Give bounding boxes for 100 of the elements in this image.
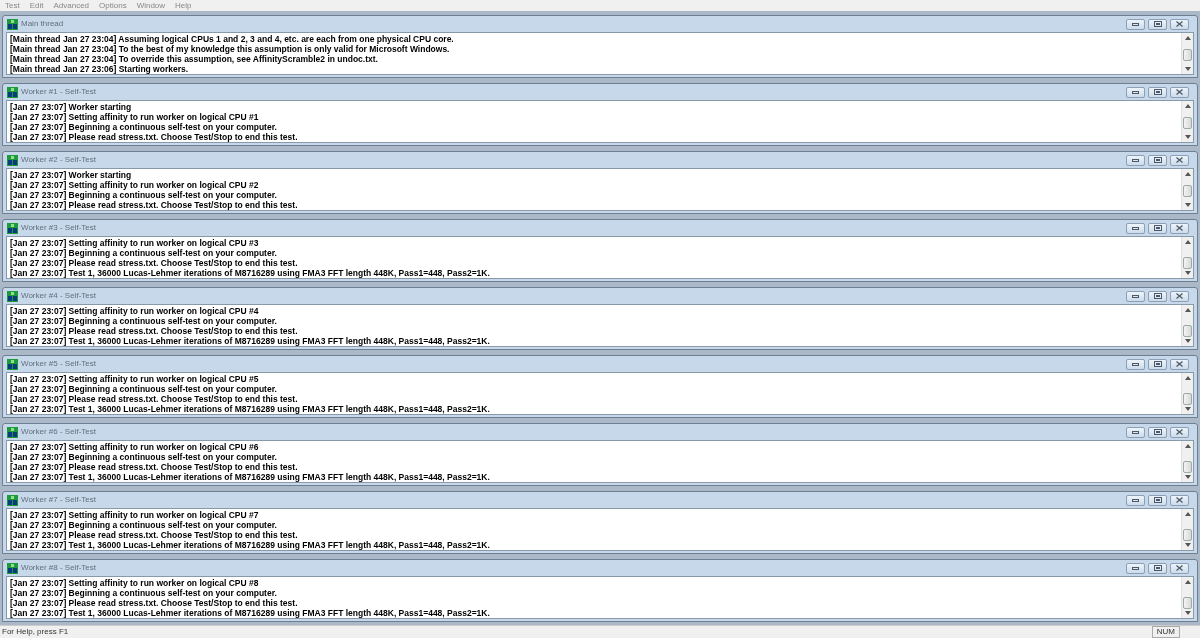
scrollbar[interactable] — [1181, 577, 1193, 618]
scroll-thumb[interactable] — [1183, 117, 1192, 129]
close-button[interactable] — [1170, 154, 1189, 166]
scroll-up-icon — [1185, 104, 1191, 108]
close-icon — [1176, 293, 1183, 299]
window-title: Worker #8 - Self-Test — [21, 563, 97, 573]
close-icon — [1176, 225, 1183, 231]
log-line: [Jan 27 23:07] Beginning a continuous self-test on your computer. — [10, 520, 278, 530]
log-line: [Jan 27 23:07] Please read stress.txt. Choose Test/Stop to end this test. — [10, 530, 299, 540]
log-line: [Main thread Jan 27 23:06] Starting workers. — [10, 64, 190, 74]
scroll-down-icon — [1185, 407, 1191, 411]
minimize-button[interactable] — [1126, 222, 1145, 234]
restore-icon — [1153, 361, 1162, 367]
scroll-up-icon — [1185, 172, 1191, 176]
restore-button[interactable] — [1148, 86, 1167, 98]
window-title: Worker #5 - Self-Test — [21, 359, 97, 369]
log-line: [Jan 27 23:07] Worker starting — [10, 170, 133, 180]
minimize-button[interactable] — [1126, 86, 1145, 98]
minimize-button[interactable] — [1126, 358, 1145, 370]
scrollbar[interactable] — [1181, 509, 1193, 550]
log-line: [Jan 27 23:07] Setting affinity to run worker on logical CPU #2 — [10, 180, 260, 190]
scroll-thumb[interactable] — [1183, 393, 1192, 405]
restore-icon — [1153, 429, 1162, 435]
close-button[interactable] — [1170, 358, 1189, 370]
app-icon — [7, 426, 18, 438]
restore-button[interactable] — [1148, 222, 1167, 234]
minimize-button[interactable] — [1126, 290, 1145, 302]
menu-item[interactable]: Advanced — [53, 0, 90, 11]
close-icon — [1176, 89, 1183, 95]
scroll-thumb[interactable] — [1183, 461, 1192, 473]
scrollbar[interactable] — [1181, 373, 1193, 414]
log-line: [Jan 27 23:07] Setting affinity to run worker on logical CPU #6 — [10, 442, 260, 452]
scroll-thumb[interactable] — [1183, 185, 1192, 197]
scrollbar[interactable] — [1181, 237, 1193, 278]
log-line: [Jan 27 23:07] Setting affinity to run worker on logical CPU #3 — [10, 238, 260, 248]
log-line: [Jan 27 23:07] Setting affinity to run worker on logical CPU #7 — [10, 510, 260, 520]
close-button[interactable] — [1170, 18, 1189, 30]
restore-button[interactable] — [1148, 290, 1167, 302]
restore-button[interactable] — [1148, 494, 1167, 506]
scroll-up-icon — [1185, 512, 1191, 516]
minimize-icon — [1132, 226, 1139, 230]
minimize-button[interactable] — [1126, 494, 1145, 506]
menu-item[interactable]: Options — [99, 0, 127, 11]
close-button[interactable] — [1170, 426, 1189, 438]
scroll-thumb[interactable] — [1183, 529, 1192, 541]
log-line: [Jan 27 23:07] Beginning a continuous self-test on your computer. — [10, 316, 278, 326]
scroll-down-icon — [1185, 611, 1191, 615]
restore-button[interactable] — [1148, 18, 1167, 30]
minimize-button[interactable] — [1126, 426, 1145, 438]
scroll-thumb[interactable] — [1183, 257, 1192, 269]
minimize-icon — [1132, 498, 1139, 502]
minimize-button[interactable] — [1126, 18, 1145, 30]
minimize-icon — [1132, 158, 1139, 162]
scrollbar[interactable] — [1181, 441, 1193, 482]
minimize-icon — [1132, 294, 1139, 298]
restore-button[interactable] — [1148, 358, 1167, 370]
restore-icon — [1153, 157, 1162, 163]
menu-item[interactable]: Help — [175, 0, 192, 11]
log-line: [Jan 27 23:07] Please read stress.txt. Choose Test/Stop to end this test. — [10, 598, 299, 608]
restore-button[interactable] — [1148, 426, 1167, 438]
close-button[interactable] — [1170, 562, 1189, 574]
close-button[interactable] — [1170, 86, 1189, 98]
scroll-thumb[interactable] — [1183, 597, 1192, 609]
restore-button[interactable] — [1148, 154, 1167, 166]
log-line: [Jan 27 23:07] Setting affinity to run worker on logical CPU #1 — [10, 112, 260, 122]
scrollbar[interactable] — [1181, 101, 1193, 142]
minimize-button[interactable] — [1126, 154, 1145, 166]
scrollbar[interactable] — [1181, 169, 1193, 210]
scroll-thumb[interactable] — [1183, 325, 1192, 337]
log-line: [Jan 27 23:07] Please read stress.txt. Choose Test/Stop to end this test. — [10, 258, 299, 268]
scrollbar[interactable] — [1181, 33, 1193, 74]
scroll-up-icon — [1185, 240, 1191, 244]
close-button[interactable] — [1170, 494, 1189, 506]
restore-icon — [1153, 293, 1162, 299]
restore-button[interactable] — [1148, 562, 1167, 574]
status-indicator: NUM — [1151, 626, 1180, 638]
minimize-icon — [1132, 362, 1139, 366]
log-line: [Jan 27 23:07] Please read stress.txt. Choose Test/Stop to end this test. — [10, 462, 299, 472]
log-line: [Jan 27 23:07] Beginning a continuous self-test on your computer. — [10, 452, 278, 462]
close-icon — [1176, 157, 1183, 163]
window-title: Worker #4 - Self-Test — [21, 291, 97, 301]
scrollbar[interactable] — [1181, 305, 1193, 346]
close-button[interactable] — [1170, 222, 1189, 234]
scroll-down-icon — [1185, 203, 1191, 207]
app-icon — [7, 154, 18, 166]
minimize-icon — [1132, 90, 1139, 94]
menu-item[interactable]: Edit — [29, 0, 44, 11]
minimize-icon — [1132, 430, 1139, 434]
scroll-up-icon — [1185, 308, 1191, 312]
scroll-up-icon — [1185, 444, 1191, 448]
menu-item[interactable]: Window — [136, 0, 166, 11]
menu-item[interactable]: Test — [5, 0, 20, 11]
window-title: Worker #3 - Self-Test — [21, 223, 97, 233]
close-button[interactable] — [1170, 290, 1189, 302]
log-line: [Jan 27 23:07] Please read stress.txt. Choose Test/Stop to end this test. — [10, 394, 299, 404]
minimize-button[interactable] — [1126, 562, 1145, 574]
close-icon — [1176, 361, 1183, 367]
scroll-thumb[interactable] — [1183, 49, 1192, 61]
scroll-up-icon — [1185, 376, 1191, 380]
app-icon — [7, 86, 18, 98]
